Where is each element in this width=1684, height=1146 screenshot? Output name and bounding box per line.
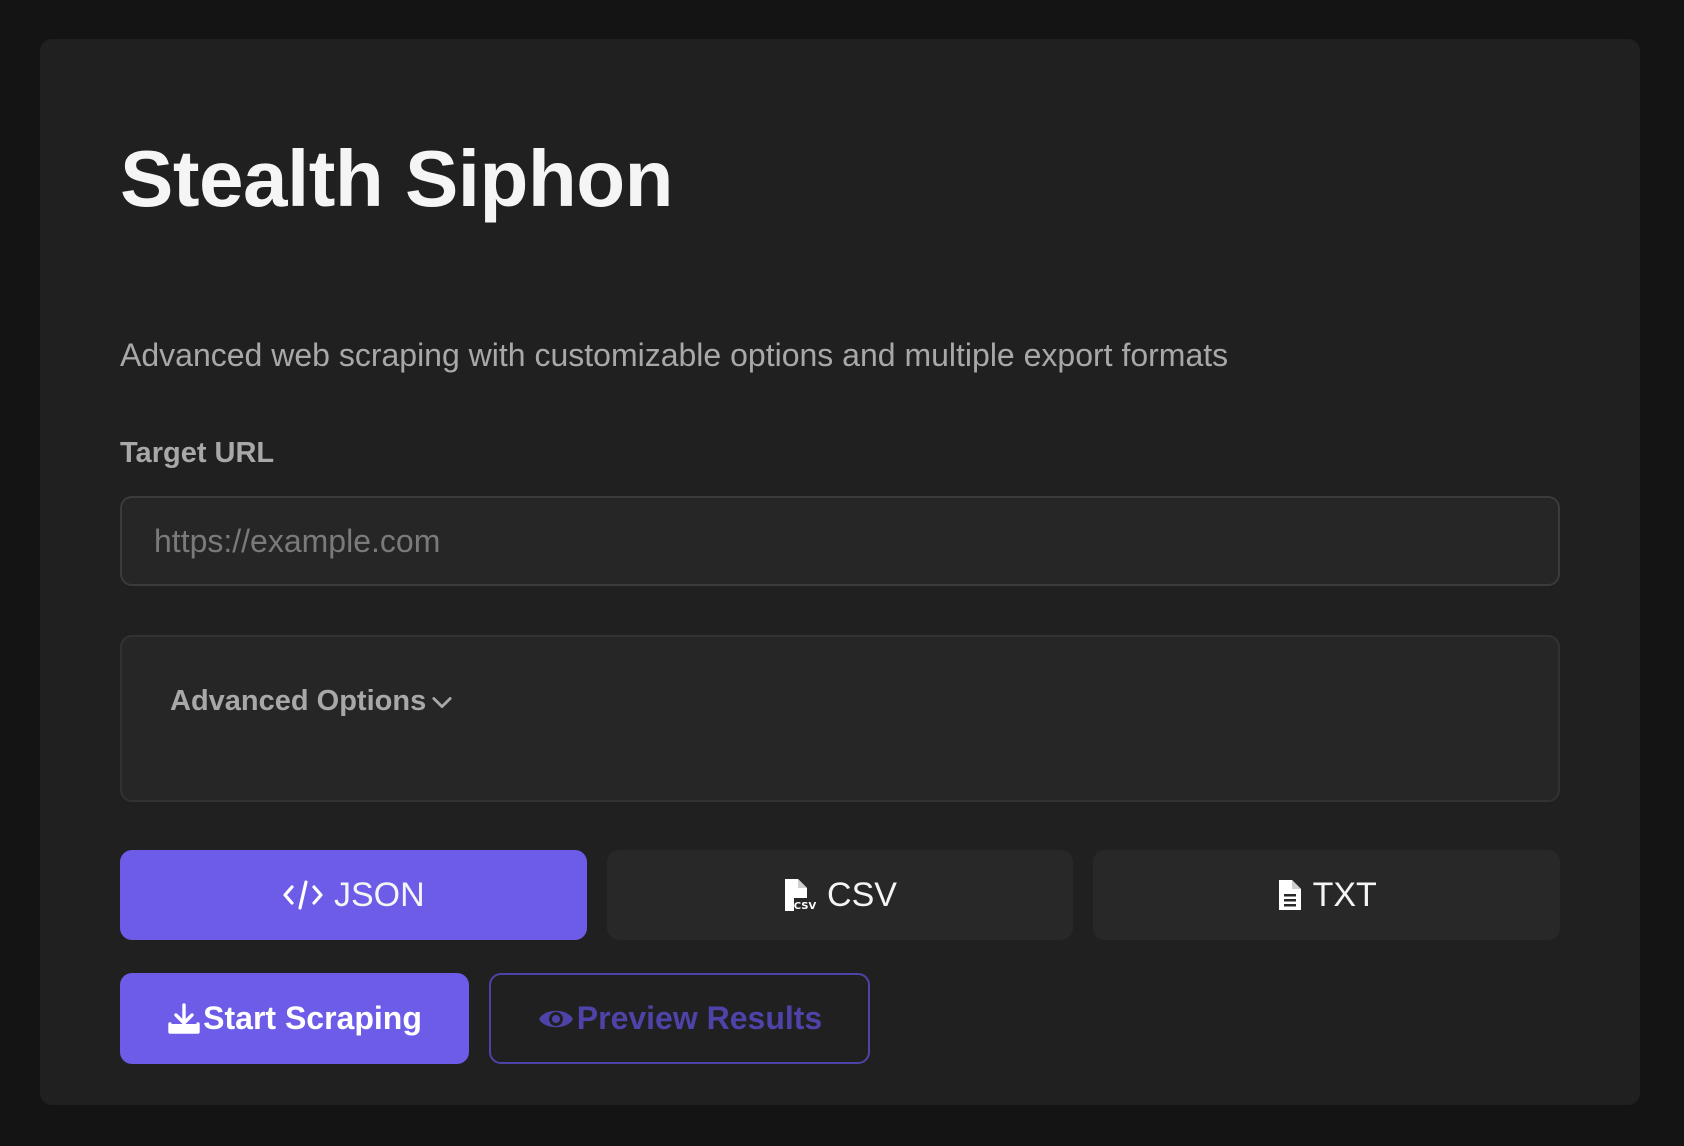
advanced-options-label: Advanced Options [170, 685, 427, 717]
target-url-input[interactable] [120, 496, 1560, 586]
advanced-options-panel: Advanced Options [120, 635, 1560, 802]
start-scraping-button[interactable]: Start Scraping [120, 973, 469, 1064]
chevron-down-icon [426, 688, 456, 716]
app-title: Stealth Siphon [120, 134, 674, 223]
format-txt-button[interactable]: TXT [1093, 850, 1561, 940]
action-buttons: Start Scraping Preview Results [120, 973, 870, 1064]
format-csv-label: CSV [827, 875, 897, 914]
format-json-label: JSON [333, 875, 425, 914]
advanced-options-toggle[interactable]: Advanced Options [170, 685, 456, 718]
format-csv-button[interactable]: CSV CSV [606, 850, 1074, 940]
target-url-label: Target URL [120, 437, 275, 469]
code-icon [282, 878, 324, 912]
file-text-icon [1277, 878, 1303, 912]
format-json-button[interactable]: JSON [120, 850, 587, 940]
scraper-card: Stealth Siphon Advanced web scraping wit… [40, 39, 1640, 1105]
export-format-selector: JSON CSV CSV TXT [120, 850, 1561, 940]
file-csv-icon: CSV [783, 877, 817, 913]
preview-results-button[interactable]: Preview Results [489, 973, 870, 1064]
start-scraping-label: Start Scraping [203, 1000, 422, 1036]
eye-icon [537, 1004, 575, 1034]
preview-results-label: Preview Results [576, 1000, 823, 1036]
download-icon [167, 1002, 201, 1036]
svg-text:CSV: CSV [794, 901, 817, 912]
format-txt-label: TXT [1312, 875, 1377, 914]
app-subtitle: Advanced web scraping with customizable … [120, 337, 1229, 373]
